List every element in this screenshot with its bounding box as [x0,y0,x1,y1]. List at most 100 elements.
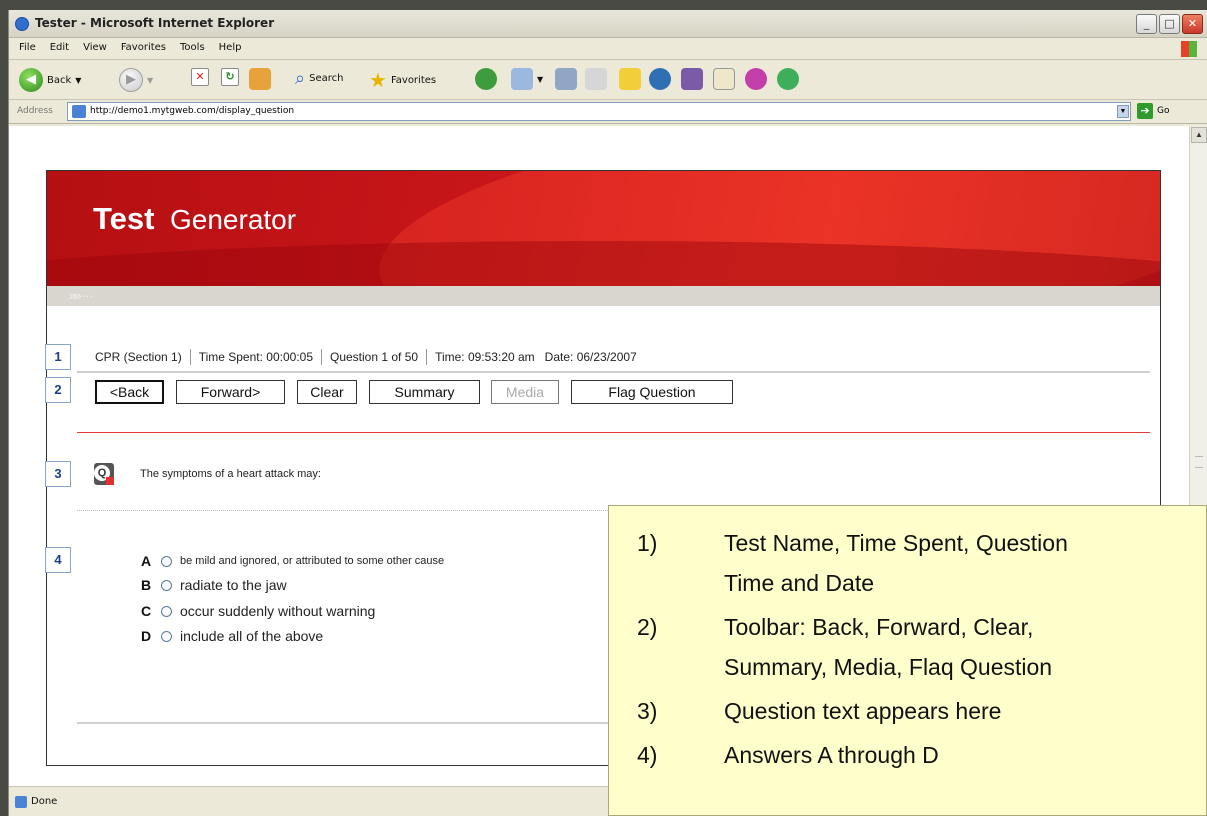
menu-tools[interactable]: Tools [180,42,205,53]
edit-icon [585,68,607,90]
annotation-legend: 1) Test Name, Time Spent, Question Time … [608,505,1207,816]
history-icon [475,68,497,90]
time-spent: Time Spent: 00:00:05 [198,350,313,364]
summary-button[interactable]: Summary [369,380,480,404]
question-icon: Q [94,463,114,485]
clear-button[interactable]: Clear [297,380,357,404]
answer-a-radio[interactable] [161,555,172,567]
back-label: Back [47,74,72,86]
bottom-divider [77,722,637,724]
address-input[interactable]: http://demo1.mytgweb.com/display_questio… [67,102,1131,121]
go-label: Go [1157,106,1170,116]
back-toolbar-button[interactable]: ◀ Back ▼ [19,68,81,92]
scroll-up-icon[interactable]: ▲ [1191,127,1207,143]
favorites-star-icon: ★ [369,68,387,92]
go-arrow-icon: ➔ [1137,103,1153,119]
search-label: Search [309,73,344,84]
contacts-icon [777,68,799,90]
question-count: Question 1 of 50 [330,350,419,364]
go-button[interactable]: ➔ Go [1137,103,1169,119]
maximize-button[interactable]: □ [1159,14,1180,34]
red-divider [77,432,1150,433]
research-button[interactable] [681,68,703,90]
search-icon: ⌕ [295,68,306,89]
search-toolbar-button[interactable]: ⌕ Search [295,68,343,89]
back-dropdown-icon[interactable]: ▼ [75,76,81,85]
menu-favorites[interactable]: Favorites [121,42,166,53]
question-text: The symptoms of a heart attack may: [140,468,321,480]
answer-c[interactable]: C occur suddenly without warning [141,603,375,619]
stop-button[interactable]: ✕ [191,68,209,86]
answer-a[interactable]: A be mild and ignored, or attributed to … [141,553,444,569]
forward-dropdown-icon[interactable]: ▼ [147,76,153,85]
person-icon [713,68,735,90]
current-date: Date: 06/23/2007 [544,350,637,364]
globe-icon [649,68,671,90]
answer-b[interactable]: B radiate to the jaw [141,577,287,593]
test-name: CPR (Section 1) [95,350,182,364]
forward-toolbar-button[interactable]: ▶ ▼ [119,68,153,92]
print-button[interactable] [555,68,577,90]
scroll-grip[interactable] [1195,456,1203,468]
answer-d[interactable]: D include all of the above [141,628,323,644]
window-title: Tester - Microsoft Internet Explorer [35,16,275,30]
note-icon [619,68,641,90]
logo-test: Test [93,201,155,236]
test-generator-header: Test Generator [47,171,1160,286]
favorites-label: Favorites [390,74,437,86]
current-time: Time: 09:53:20 am [435,350,535,364]
discuss-button[interactable] [619,68,641,90]
page-status-icon [15,796,27,808]
toolbar: ◀ Back ▼ ▶ ▼ ✕ ↻ ⌕ Search ★ Favorites ▼ [9,60,1207,100]
ie-icon [15,17,29,31]
mail-button[interactable]: ▼ [511,68,543,90]
home-button[interactable] [249,68,271,90]
stop-icon: ✕ [191,68,209,86]
menu-edit[interactable]: Edit [50,42,69,53]
menu-bar: File Edit View Favorites Tools Help [9,38,1207,60]
divider [77,371,1150,373]
logo-generator: Generator [170,204,297,235]
favorites-toolbar-button[interactable]: ★ Favorites [369,68,436,92]
section-number-4: 4 [45,547,71,573]
section-number-2: 2 [45,377,71,403]
messenger-button[interactable] [649,68,671,90]
address-dropdown-icon[interactable]: ▼ [1117,105,1129,118]
media-button: Media [491,380,559,404]
minimize-button[interactable]: _ [1136,14,1157,34]
close-button[interactable]: ✕ [1182,14,1203,34]
answer-b-radio[interactable] [161,579,172,591]
forward-button[interactable]: Forward> [176,380,285,404]
section-number-3: 3 [45,461,71,487]
header-strip: »» · · · [47,286,1160,306]
flag-question-button[interactable]: Flag Question [571,380,733,404]
answer-d-radio[interactable] [161,630,172,642]
answer-c-radio[interactable] [161,605,172,617]
title-bar[interactable]: Tester - Microsoft Internet Explorer _ □… [9,10,1207,38]
menu-file[interactable]: File [19,42,36,53]
emoticon-button[interactable] [745,68,767,90]
menu-view[interactable]: View [83,42,107,53]
address-bar: Address http://demo1.mytgweb.com/display… [9,100,1207,124]
address-label: Address [17,106,53,116]
refresh-button[interactable]: ↻ [221,68,239,86]
refresh-icon: ↻ [221,68,239,86]
address-url: http://demo1.mytgweb.com/display_questio… [90,106,295,116]
back-arrow-icon: ◀ [19,68,43,92]
windows-logo-icon [1181,41,1197,57]
test-info-line: CPR (Section 1) Time Spent: 00:00:05 Que… [95,349,637,365]
chevrons-icon: »» · · · [69,288,93,303]
home-icon [249,68,271,90]
forward-arrow-icon: ▶ [119,68,143,92]
history-button[interactable] [475,68,497,90]
back-button[interactable]: <Back [95,380,164,404]
contacts-button[interactable] [777,68,799,90]
menu-help[interactable]: Help [219,42,242,53]
people-button[interactable] [713,68,735,90]
books-icon [681,68,703,90]
edit-button[interactable] [585,68,607,90]
status-text: Done [31,796,58,807]
mail-dropdown-icon[interactable]: ▼ [537,75,543,84]
section-number-1: 1 [45,344,71,370]
print-icon [555,68,577,90]
